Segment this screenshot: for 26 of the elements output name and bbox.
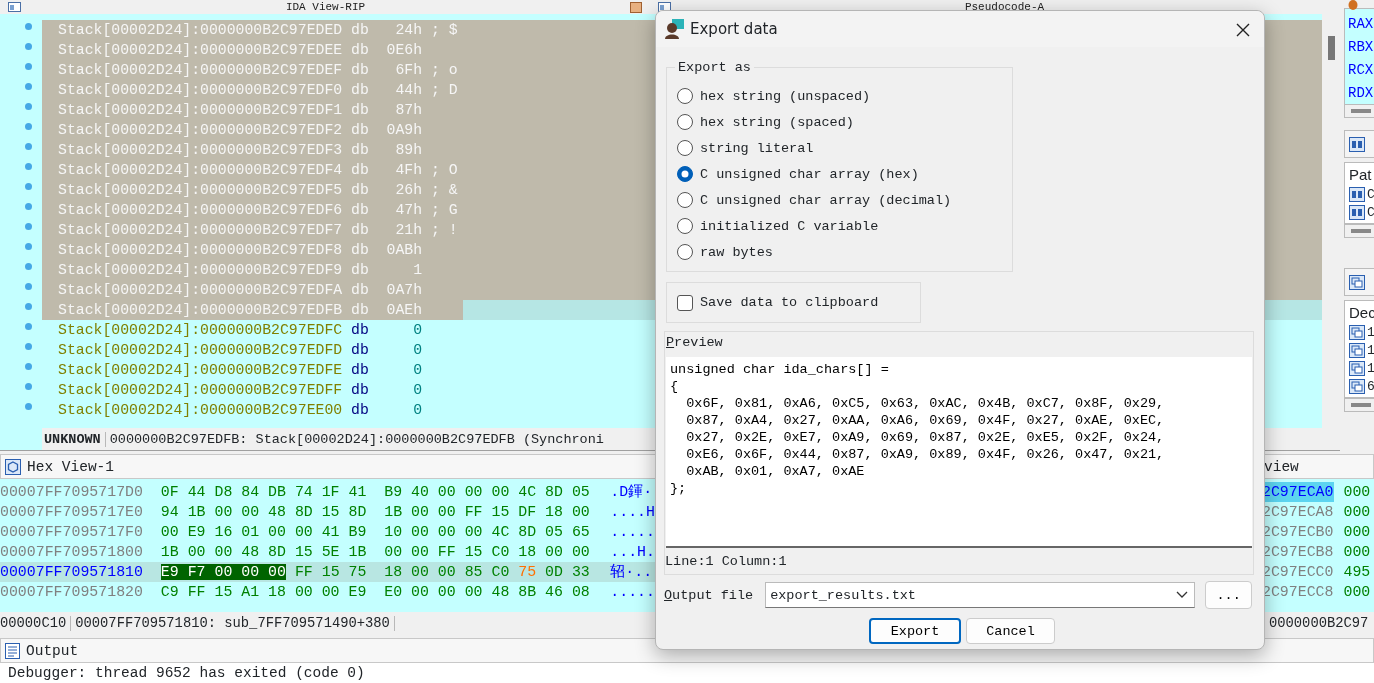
hex-ascii: 轺·.. bbox=[610, 563, 653, 582]
hex-ascii: .D鍕· bbox=[610, 483, 653, 502]
status-text: 0000000B2C97 bbox=[1268, 615, 1369, 631]
field-label: Output file bbox=[664, 587, 754, 603]
group-label: Export as bbox=[675, 59, 754, 76]
preview-label: Preview bbox=[665, 334, 724, 352]
hex-bytes: 000 bbox=[1343, 543, 1371, 562]
status-offset: 00000C10 bbox=[0, 615, 72, 631]
column-header: Pat bbox=[1349, 165, 1373, 185]
hex-bytes: 000 bbox=[1343, 523, 1371, 542]
hex-ascii: ...H. bbox=[610, 543, 655, 562]
hex-bytes: 000 bbox=[1343, 503, 1371, 522]
status-text: 00007FF709571810: sub_7FF709571490+380 bbox=[75, 615, 395, 631]
output-log: Debugger: thread 9652 has exited (code 0) bbox=[0, 663, 1374, 683]
dialog-title: Export data bbox=[690, 20, 778, 38]
hex-bytes: 000 bbox=[1343, 483, 1371, 502]
panel-title: view bbox=[1264, 458, 1299, 475]
panel-title: Hex View-1 bbox=[27, 458, 114, 475]
hex-bytes: 000 bbox=[1343, 583, 1371, 602]
status-text: 0000000B2C97EDFB: Stack[00002D24]:0000000B2C97EDFB (Synchroni bbox=[109, 431, 604, 447]
hex-bytes: 495 bbox=[1343, 563, 1371, 582]
hex-ascii: ..... bbox=[610, 523, 655, 542]
hex-ascii: ....H bbox=[610, 503, 655, 522]
panel-title: Output bbox=[26, 642, 79, 659]
status-kind: UNKNOWN bbox=[44, 431, 106, 447]
hex-ascii: ..... bbox=[610, 583, 655, 602]
